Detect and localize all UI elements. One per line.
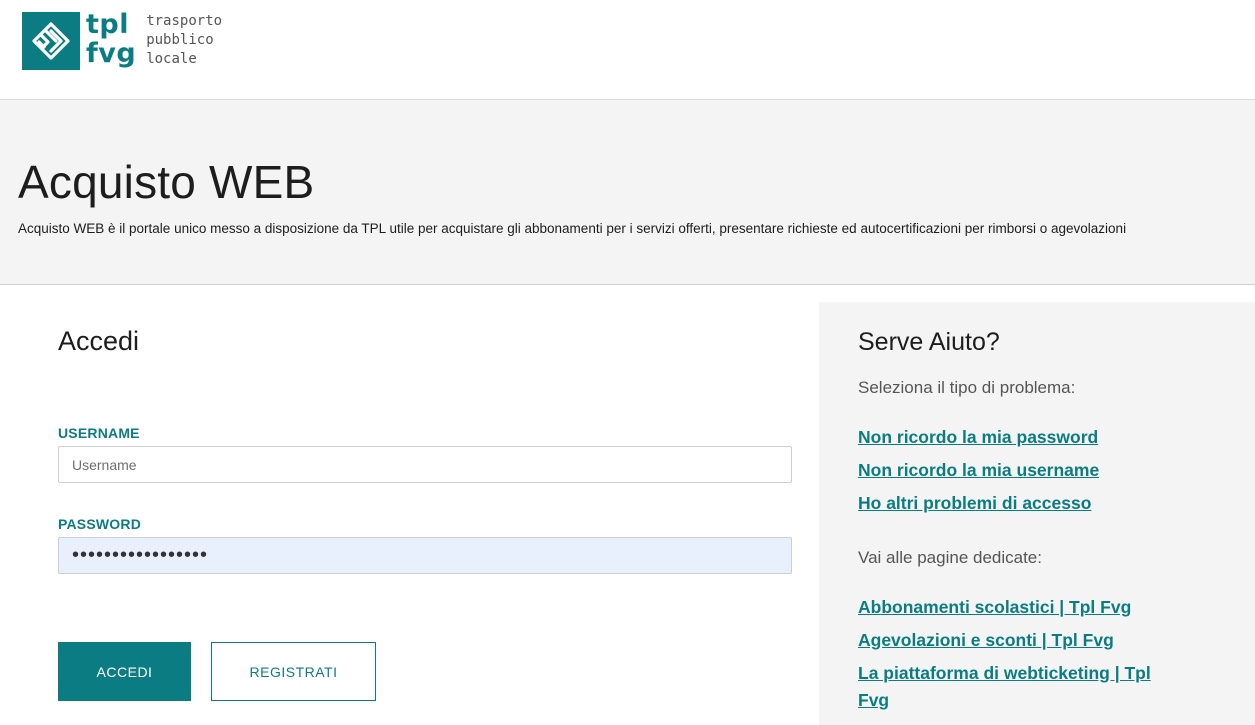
other-access-problems-link[interactable]: Ho altri problemi di accesso — [858, 490, 1158, 517]
hero-banner: Acquisto WEB Acquisto WEB è il portale u… — [0, 100, 1255, 285]
webticketing-link[interactable]: La piattaforma di webticketing | Tpl Fvg — [858, 660, 1158, 714]
page-title: Acquisto WEB — [18, 156, 315, 208]
page-description: Acquisto WEB è il portale unico messo a … — [18, 221, 1127, 236]
login-title: Accedi — [58, 326, 140, 356]
discounts-link[interactable]: Agevolazioni e sconti | Tpl Fvg — [858, 627, 1158, 654]
help-pages-prompt: Vai alle pagine dedicate: — [858, 548, 1042, 567]
site-logo[interactable]: tpl fvg trasporto pubblico locale — [22, 10, 222, 70]
logo-wordmark-line2: fvg — [86, 38, 137, 69]
tpl-fvg-logo-icon — [22, 12, 80, 70]
help-title: Serve Aiuto? — [858, 328, 1000, 356]
forgot-username-link[interactable]: Non ricordo la mia username — [858, 457, 1158, 484]
site-header: tpl fvg trasporto pubblico locale — [0, 0, 1255, 100]
help-problem-prompt: Seleziona il tipo di problema: — [858, 378, 1076, 397]
logo-tagline: trasporto pubblico locale — [146, 12, 222, 69]
forgot-password-link[interactable]: Non ricordo la mia password — [858, 424, 1158, 451]
help-panel: Serve Aiuto? Seleziona il tipo di proble… — [819, 302, 1255, 725]
register-button[interactable]: REGISTRATI — [211, 642, 376, 701]
username-label: USERNAME — [58, 425, 140, 441]
password-label: PASSWORD — [58, 516, 142, 532]
logo-wordmark-line1: tpl — [86, 9, 129, 40]
logo-tagline-line2: pubblico — [146, 32, 214, 48]
username-input[interactable] — [58, 446, 792, 483]
logo-tagline-line3: locale — [146, 51, 197, 67]
school-passes-link[interactable]: Abbonamenti scolastici | Tpl Fvg — [858, 594, 1158, 621]
password-input[interactable] — [58, 537, 792, 574]
login-button[interactable]: ACCEDI — [58, 642, 191, 701]
logo-tagline-line1: trasporto — [146, 13, 223, 29]
logo-wordmark: tpl fvg — [86, 10, 136, 68]
